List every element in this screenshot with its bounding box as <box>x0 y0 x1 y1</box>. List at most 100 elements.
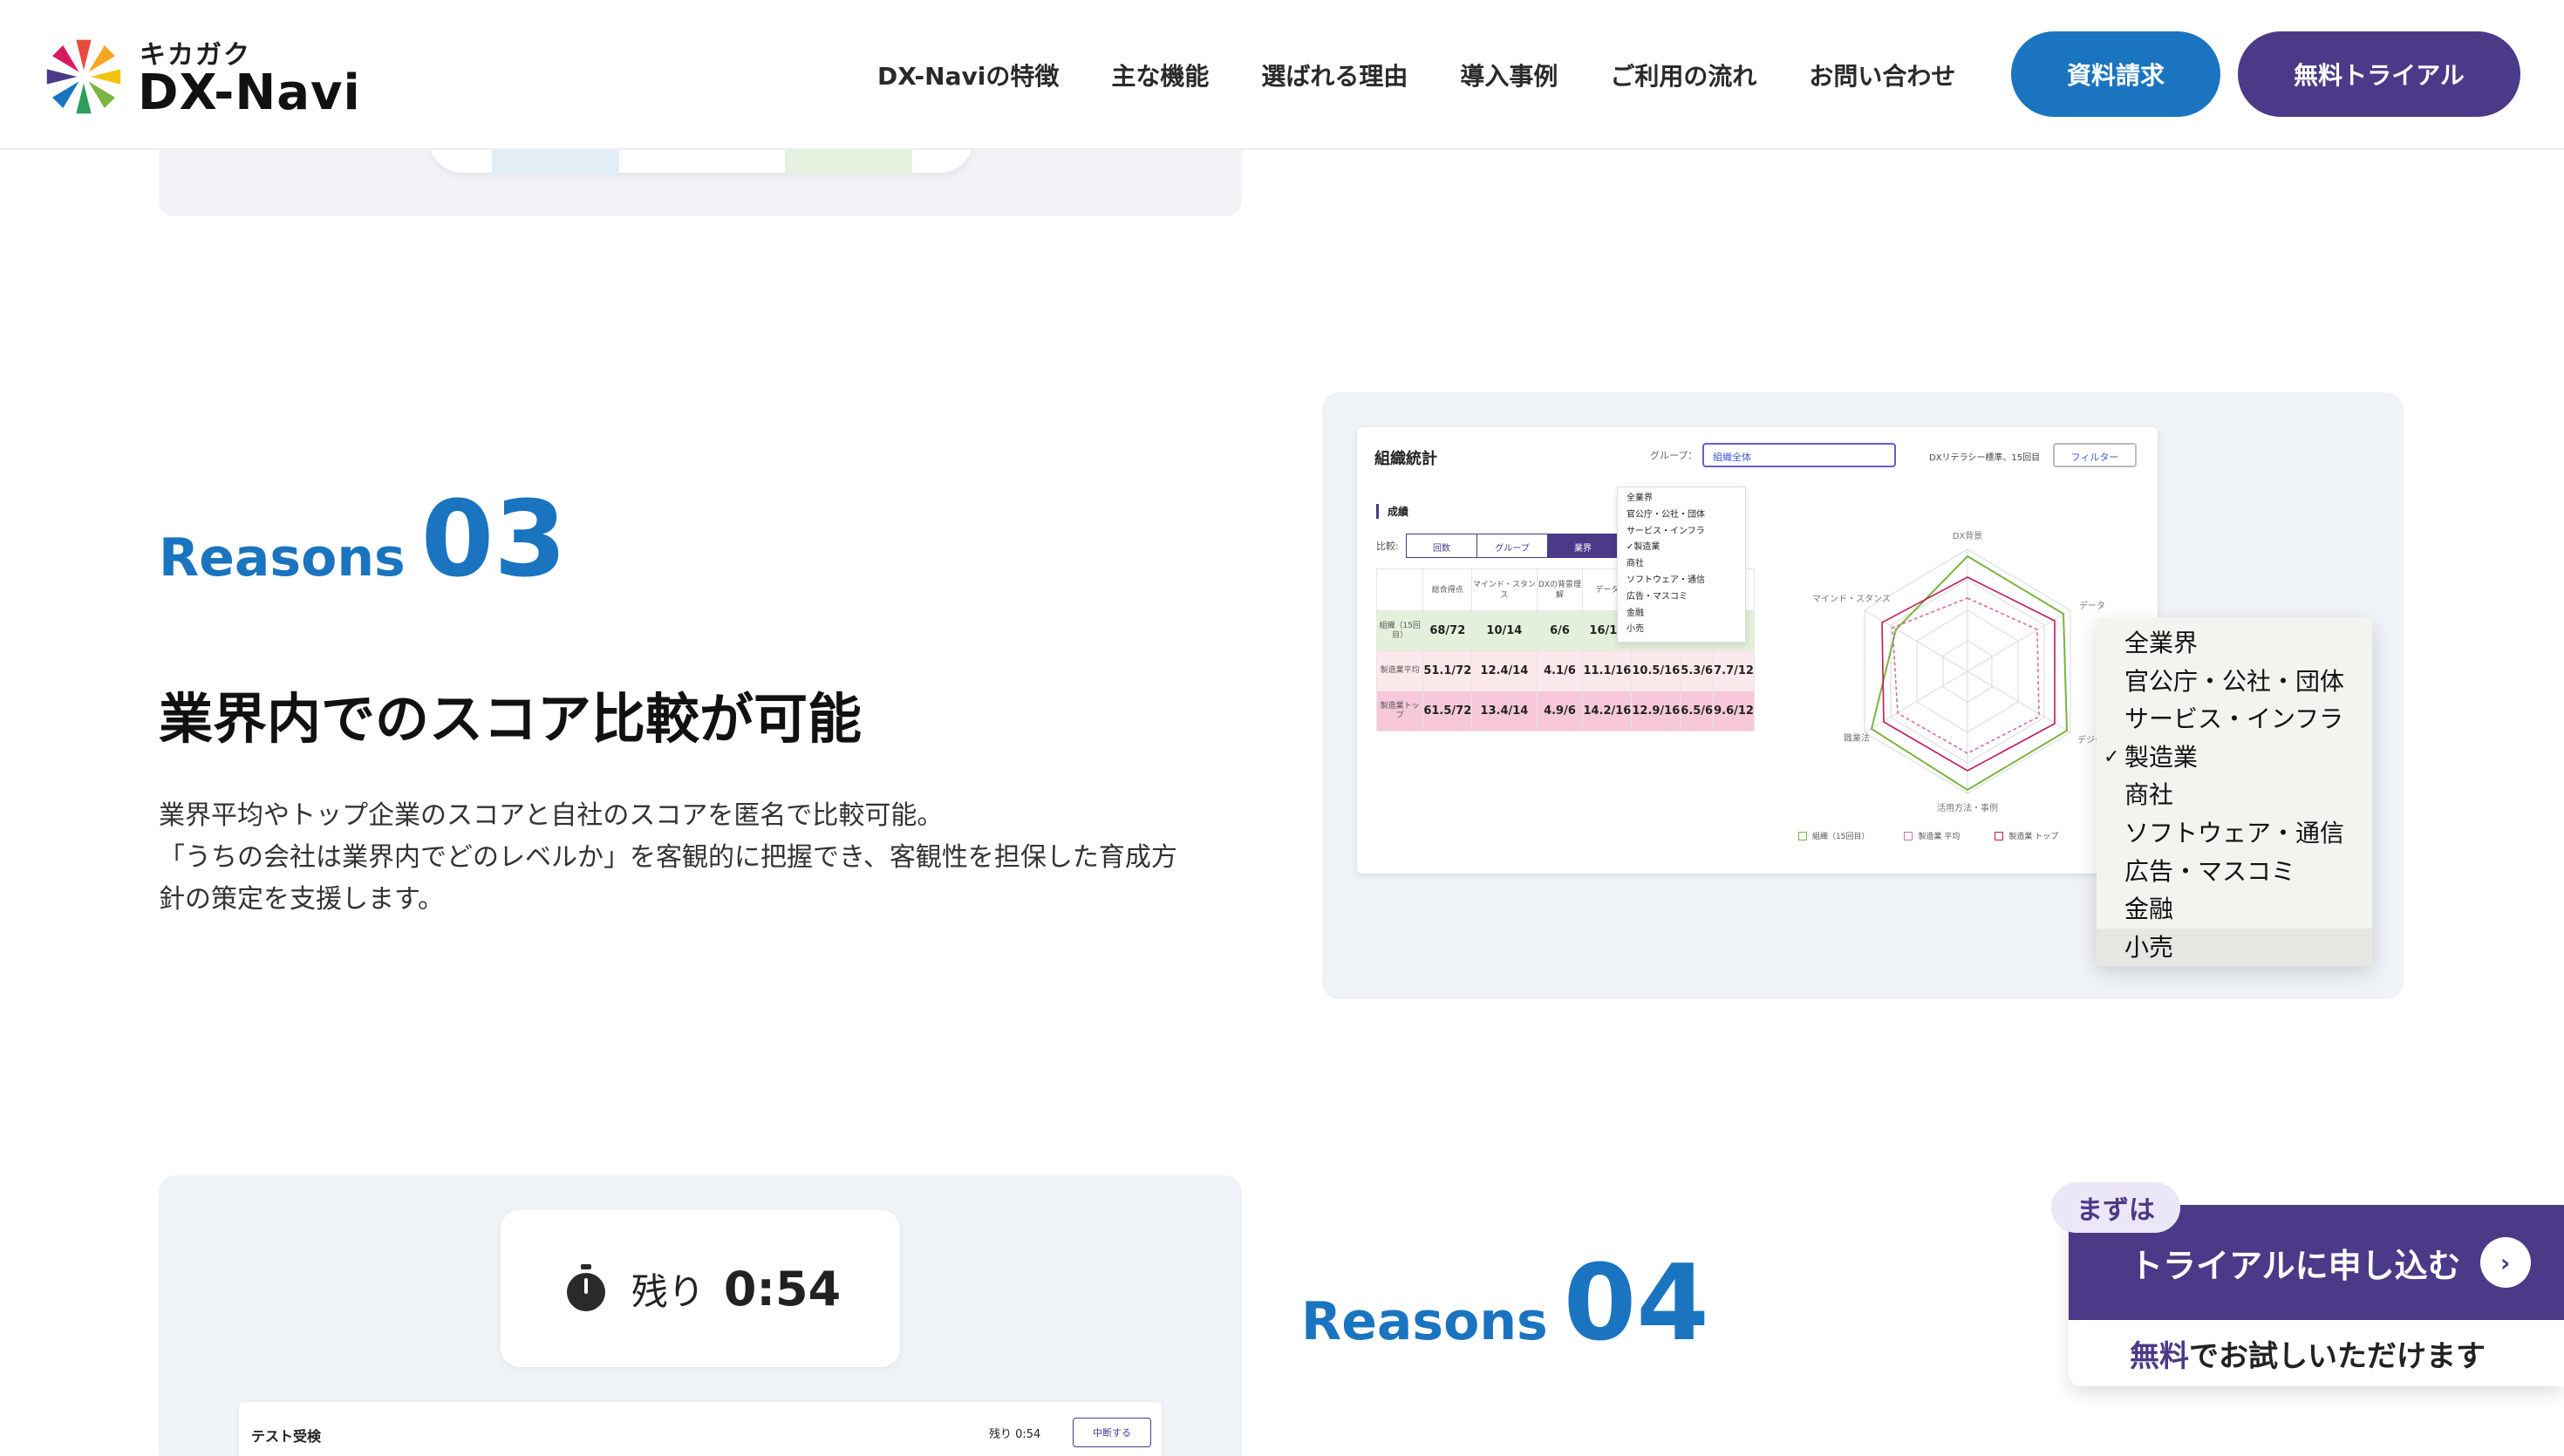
table-cell: 5.3/6 <box>1680 650 1715 691</box>
score-heading: 成績 <box>1376 504 1408 519</box>
radar-axis-label: マインド・スタンス <box>1812 594 1891 604</box>
group-label: グループ： <box>1650 450 1698 461</box>
legend-item: 製造業 平均 <box>1904 830 1960 841</box>
table-cell: 9.6/12 <box>1713 691 1755 731</box>
dropdown-option: サービス・インフラ <box>1626 526 1705 536</box>
dropdown-option[interactable]: 金融 <box>2097 890 2372 929</box>
cta-free-label: 無料 <box>2130 1338 2189 1374</box>
dropdown-option: ✓製造業 <box>1626 542 1660 553</box>
test-screen-preview: テスト受検 残り 0:54 中断する <box>239 1402 1162 1456</box>
dropdown-option[interactable]: 広告・マスコミ <box>2097 853 2372 891</box>
dropdown-option[interactable]: ソフトウェア・通信 <box>2097 814 2372 853</box>
segment-industry: 業界 <box>1547 534 1619 558</box>
dropdown-option[interactable]: サービス・インフラ <box>2097 700 2372 738</box>
legend-item: 製造業 トップ <box>1995 830 2058 841</box>
table-cell: 7.7/12 <box>1713 650 1755 691</box>
reason-word: Reasons <box>159 527 406 589</box>
test-timer: 残り 0:54 <box>989 1428 1041 1441</box>
org-stats-screenshot: 組織統計 グループ： 組織全体 DXリテラシー標準、15回目 フィルター 成績 … <box>1357 427 2158 874</box>
filter-button: フィルター <box>2053 443 2137 467</box>
legend-label: 製造業 トップ <box>2008 833 2059 841</box>
reason-03-title: 業界内でのスコア比較が可能 <box>159 687 863 751</box>
cta-sub-label: でお試しいただけます <box>2189 1338 2486 1374</box>
timer-badge: 残り 0:54 <box>501 1210 900 1367</box>
radar-axis-label: 職業法 <box>1844 732 1870 744</box>
dropdown-option: 商社 <box>1626 559 1644 569</box>
table-cell: 61.5/72 <box>1422 691 1473 731</box>
table-cell: 68/72 <box>1422 610 1473 651</box>
table-cell: 10.5/16 <box>1631 650 1681 691</box>
dropdown-option-hovered[interactable]: 小売 <box>2097 928 2372 967</box>
radar-legend: 組織（15回目） 製造業 平均 製造業 トップ <box>1798 830 2058 841</box>
logo-mark-icon <box>46 39 121 114</box>
body-line: 針の策定を支援します。 <box>159 884 444 915</box>
reason-number: 04 <box>1563 1243 1709 1364</box>
table-row: 製造業平均 51.1/72 12.4/14 4.1/6 11.1/16 10.5… <box>1375 650 1755 691</box>
reason-word: Reasons <box>1301 1291 1548 1352</box>
test-meta: DXリテラシー標準、15回目 <box>1929 453 2041 463</box>
segment-group: グループ <box>1476 534 1548 558</box>
legend-label: 製造業 平均 <box>1918 833 1961 841</box>
timer-value: 0:54 <box>723 1261 842 1317</box>
dropdown-option[interactable]: 商社 <box>2097 776 2372 814</box>
dropdown-option[interactable]: 官公庁・公社・団体 <box>2097 663 2372 701</box>
row-label: 製造業トップ <box>1375 691 1424 731</box>
test-stop-button: 中断する <box>1073 1418 1151 1447</box>
table-cell: 12.4/14 <box>1471 650 1538 691</box>
table-cell: 4.9/6 <box>1536 691 1584 731</box>
segment-count: 回数 <box>1406 534 1477 558</box>
stopwatch-icon <box>566 1264 605 1311</box>
dropdown-option: 広告・マスコミ <box>1626 591 1688 602</box>
nav-functions[interactable]: 主な機能 <box>1111 58 1209 92</box>
request-docs-button[interactable]: 資料請求 <box>2011 31 2220 117</box>
radar-chart: DX背景 データ デジタル技術 活用方法・事例 職業法 マインド・スタンス <box>1812 530 2130 813</box>
table-cell: 14.2/16 <box>1582 691 1633 731</box>
nav-contact[interactable]: お問い合わせ <box>1809 58 1955 92</box>
compare-label: 比較: <box>1376 541 1399 552</box>
table-cell: 4.1/6 <box>1536 650 1584 691</box>
radar-series-avg <box>1892 597 2040 754</box>
reason-03-body: 業界平均やトップ企業のスコアと自社のスコアを匿名で比較可能。 「うちの会社は業界… <box>159 795 1258 921</box>
nav-features[interactable]: DX-Naviの特徴 <box>877 58 1059 92</box>
free-trial-button[interactable]: 無料トライアル <box>2238 31 2520 117</box>
cta-main-label: トライアルに申し込む <box>2130 1246 2461 1285</box>
cta-tag[interactable]: まずは <box>2051 1182 2180 1233</box>
table-cell: 12.9/16 <box>1631 691 1681 731</box>
body-line: 業界平均やトップ企業のスコアと自社のスコアを匿名で比較可能。 <box>159 800 944 831</box>
row-label: 製造業平均 <box>1375 650 1424 691</box>
screenshot-title: 組織統計 <box>1374 450 1437 468</box>
nav-reasons[interactable]: 選ばれる理由 <box>1261 58 1408 92</box>
dropdown-option: 全業界 <box>1626 493 1653 503</box>
dropdown-option: 金融 <box>1626 608 1644 618</box>
body-line: 「うちの会社は業界内でどのレベルか」を客観的に把握でき、客観性を担保した育成方 <box>159 842 1177 873</box>
group-select: 組織全体 <box>1702 443 1896 467</box>
logo[interactable]: キカガク DX-Navi <box>42 30 373 121</box>
timer-label: 残り <box>631 1269 705 1313</box>
table-cell: 11.1/16 <box>1582 650 1633 691</box>
radar-axis-label: DX背景 <box>1953 530 1983 541</box>
dropdown-option[interactable]: 全業界 <box>2097 624 2372 663</box>
table-cell: 13.4/14 <box>1471 691 1538 731</box>
column-header: 総合得点 <box>1422 568 1473 611</box>
dropdown-option: 小売 <box>1626 624 1644 635</box>
column-header <box>1375 568 1424 611</box>
industry-dropdown-zoom: 全業界 官公庁・公社・団体 サービス・インフラ 製造業 商社 ソフトウェア・通信… <box>2097 617 2372 967</box>
cta-sub: 無料 でお試しいただけます <box>2069 1320 2564 1386</box>
arrow-right-icon: › <box>2479 1237 2531 1288</box>
table-cell: 51.1/72 <box>1422 650 1473 691</box>
reason-03-label: Reasons 03 <box>159 488 567 593</box>
table-cell: 10/14 <box>1471 610 1538 651</box>
dropdown-option: ソフトウェア・通信 <box>1626 575 1705 585</box>
main-nav: DX-Naviの特徴 主な機能 選ばれる理由 導入事例 ご利用の流れ お問い合わ… <box>877 54 1955 96</box>
small-industry-dropdown: 全業界 官公庁・公社・団体 サービス・インフラ ✓製造業 商社 ソフトウェア・通… <box>1617 486 1746 643</box>
nav-cases[interactable]: 導入事例 <box>1460 58 1558 92</box>
radar-series-top <box>1881 576 2056 772</box>
row-label: 組織（15回目） <box>1375 610 1424 651</box>
radar-axis-label: 活用方法・事例 <box>1937 802 1998 813</box>
legend-label: 組織（15回目） <box>1812 833 1870 841</box>
nav-flow[interactable]: ご利用の流れ <box>1610 58 1756 92</box>
table-cell: 6/6 <box>1536 610 1584 651</box>
dropdown-option-selected[interactable]: 製造業 <box>2097 738 2372 777</box>
table-row: 製造業トップ 61.5/72 13.4/14 4.9/6 14.2/16 12.… <box>1375 691 1755 731</box>
reason-04-label: Reasons 04 <box>1301 1252 1709 1357</box>
